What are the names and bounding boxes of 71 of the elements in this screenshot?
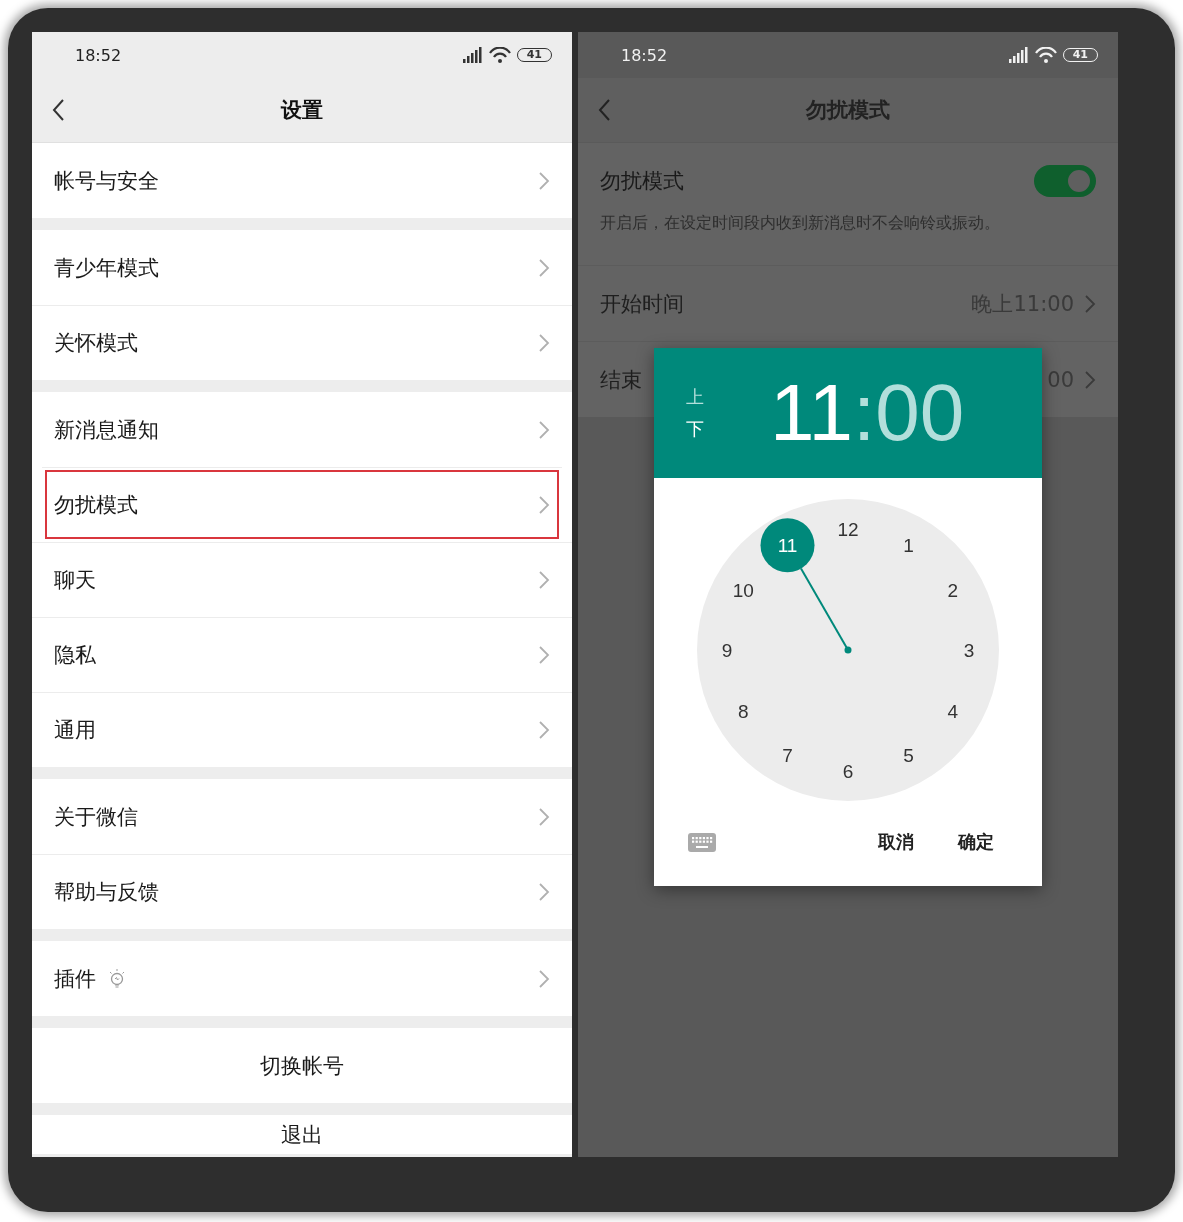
item-label: 勿扰模式 [600,168,684,195]
settings-item[interactable]: 关于微信 [32,779,572,854]
settings-item[interactable]: 帮助与反馈 [32,854,572,929]
status-time: 18:52 [75,45,122,65]
settings-item[interactable]: 帐号与安全 [32,143,572,218]
settings-item[interactable]: 聊天 [32,542,572,617]
chevron-icon [538,419,550,440]
item-label: 勿扰模式 [54,492,138,519]
hour-number[interactable]: 2 [947,579,959,601]
chevron-icon [538,170,550,191]
hour-number[interactable]: 6 [842,761,854,782]
clock-face[interactable] [697,499,999,801]
chevron-icon [538,720,550,740]
chevron-icon [538,968,550,989]
lightbulb-icon [108,967,126,990]
signal-icon [462,47,483,63]
page-title: 设置 [281,97,323,124]
item-label: 帐号与安全 [54,167,159,195]
hour-number[interactable]: 1 [903,535,914,557]
item-label: 青少年模式 [54,254,159,282]
item-label: 插件 [54,965,96,993]
clock-center-dot [844,646,852,654]
item-label: 隐私 [54,642,96,669]
toggle-switch[interactable] [1034,165,1096,197]
hour-value[interactable]: 11 [770,373,854,453]
hour-number[interactable]: 7 [782,744,793,766]
hour-number[interactable]: 11 [777,535,798,557]
chevron-icon [538,806,550,827]
hour-number[interactable]: 12 [837,519,859,540]
wifi-icon [488,46,511,64]
item-label: 关怀模式 [54,330,138,357]
back-icon[interactable] [52,98,65,122]
page-title: 勿扰模式 [806,97,890,124]
item-label: 结束 [600,366,642,394]
keyboard-icon[interactable] [688,832,716,852]
item-label: 帮助与反馈 [54,879,159,906]
chevron-icon [538,882,550,902]
settings-item[interactable]: 通用 [32,692,572,767]
settings-item[interactable]: 隐私 [32,617,572,692]
chevron-icon [538,333,550,353]
time-separator: : [853,373,876,453]
chevron-icon [538,570,550,590]
dialog-button[interactable]: 确定 [950,824,1002,860]
settings-item[interactable]: 关怀模式 [32,305,572,380]
chevron-icon [1084,293,1096,314]
item-label: 新消息通知 [54,416,159,444]
action-button[interactable]: 切换帐号 [32,1028,572,1103]
item-label: 开始时间 [600,290,684,318]
status-time: 18:52 [621,45,668,65]
action-button[interactable]: 退出 [32,1115,572,1154]
item-label: 关于微信 [54,803,138,831]
hour-number[interactable]: 4 [947,700,959,722]
settings-item[interactable]: 新消息通知 [32,392,572,467]
chevron-icon [538,257,550,278]
settings-item[interactable]: 插件 [32,941,572,1016]
period-option[interactable]: 下 [686,420,704,438]
hour-number[interactable]: 9 [721,640,733,661]
hour-number[interactable]: 5 [903,744,914,766]
hour-number[interactable]: 10 [732,579,754,601]
chevron-icon [538,645,550,665]
chevron-icon [538,495,550,515]
hour-number[interactable]: 8 [737,700,749,722]
dialog-button[interactable]: 取消 [870,824,922,860]
signal-icon [1008,47,1029,63]
item-label: 通用 [54,717,96,744]
settings-item[interactable]: 青少年模式 [32,230,572,305]
settings-item[interactable]: 勿扰模式 [42,467,562,542]
hour-number[interactable]: 3 [963,640,975,661]
item-label: 聊天 [54,567,96,594]
chevron-icon [1084,369,1096,390]
wifi-icon [1034,46,1057,64]
